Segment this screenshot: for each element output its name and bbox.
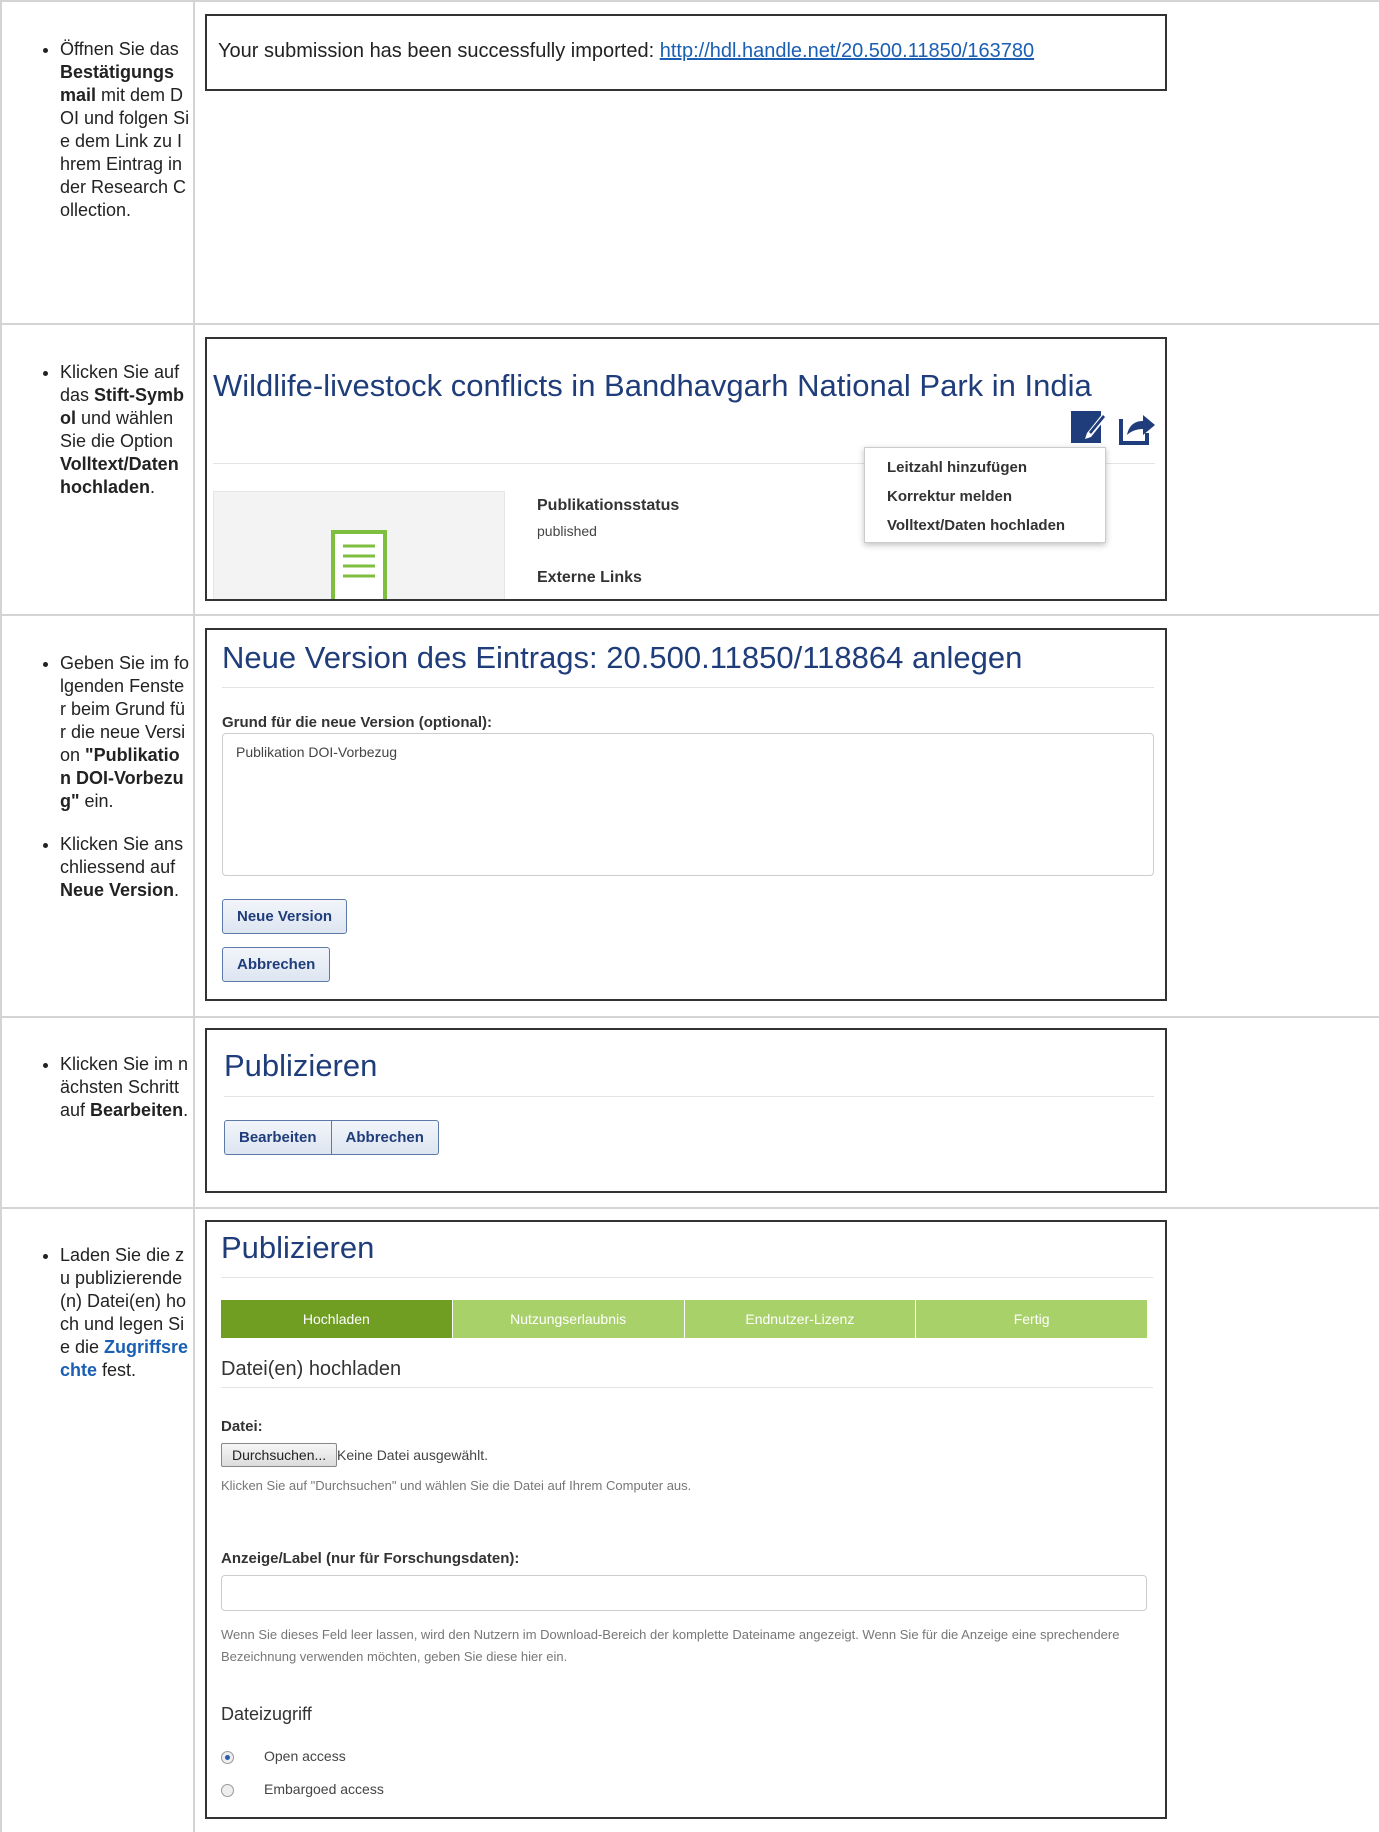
instruction-step-3: Geben Sie im folgenden Fenster beim Grun…	[30, 652, 190, 922]
reason-label: Grund für die neue Version (optional):	[222, 714, 493, 731]
screenshot-record-page: Wildlife-livestock conflicts in Bandhavg…	[205, 337, 1167, 601]
thumbnail-placeholder	[213, 491, 505, 599]
progress-step-upload[interactable]: Hochladen	[221, 1300, 452, 1338]
new-version-title: Neue Version des Eintrags: 20.500.11850/…	[222, 640, 1023, 675]
table-border	[0, 0, 2, 1832]
embargoed-access-option[interactable]: Embargoed access	[221, 1781, 384, 1797]
dropdown-menu: Leitzahl hinzufügen Korrektur melden Vol…	[864, 447, 1106, 543]
button-group: Bearbeiten Abbrechen	[224, 1120, 439, 1155]
instruction-text: Klicken Sie im nächsten Schritt auf Bear…	[60, 1053, 190, 1122]
open-access-radio[interactable]	[221, 1750, 234, 1764]
column-divider	[193, 0, 195, 1832]
embargoed-access-radio[interactable]	[221, 1783, 234, 1797]
pencil-edit-icon[interactable]	[1069, 407, 1109, 447]
screenshot-new-version: Neue Version des Eintrags: 20.500.11850/…	[205, 628, 1167, 1001]
document-icon	[331, 530, 387, 599]
instruction-step-4: Klicken Sie im nächsten Schritt auf Bear…	[30, 1053, 190, 1142]
record-title: Wildlife-livestock conflicts in Bandhavg…	[213, 368, 1092, 403]
row-divider	[0, 1207, 1379, 1209]
progress-step-permission[interactable]: Nutzungserlaubnis	[451, 1300, 684, 1338]
status-value: published	[537, 523, 597, 539]
instruction-step-5: Laden Sie die zu publizierende (n) Datei…	[30, 1244, 190, 1402]
row-divider	[0, 614, 1379, 616]
row-divider	[0, 323, 1379, 325]
reason-textarea[interactable]: Publikation DOI-Vorbezug	[222, 733, 1154, 876]
progress-step-license[interactable]: Endnutzer-Lizenz	[683, 1300, 916, 1338]
screenshot-upload: Publizieren Hochladen Nutzungserlaubnis …	[205, 1220, 1167, 1819]
instruction-step-2: Klicken Sie auf das Stift-Symbol und wäh…	[30, 361, 190, 519]
browse-button[interactable]: Durchsuchen...	[221, 1443, 338, 1467]
cancel-button[interactable]: Abbrechen	[331, 1120, 439, 1155]
label-field-label: Anzeige/Label (nur für Forschungsdaten):	[221, 1550, 520, 1567]
instruction-text: Öffnen Sie das Bestätigungsmail mit dem …	[60, 38, 190, 222]
access-title: Dateizugriff	[221, 1704, 312, 1724]
label-input[interactable]	[221, 1575, 1147, 1611]
open-access-option[interactable]: Open access	[221, 1748, 346, 1764]
screenshot-publish-edit: Publizieren Bearbeiten Abbrechen	[205, 1028, 1167, 1193]
status-label: Publikationsstatus	[537, 497, 680, 514]
share-icon[interactable]	[1117, 407, 1157, 447]
row-divider	[0, 1016, 1379, 1018]
menu-item-volltext[interactable]: Volltext/Daten hochladen	[887, 517, 1065, 534]
instruction-text: Klicken Sie anschliessend auf Neue Versi…	[60, 833, 190, 902]
confirmation-text: Your submission has been successfully im…	[218, 40, 660, 62]
edit-button[interactable]: Bearbeiten	[224, 1120, 332, 1155]
menu-item-korrektur[interactable]: Korrektur melden	[887, 488, 1012, 505]
handle-link[interactable]: http://hdl.handle.net/20.500.11850/16378…	[660, 40, 1034, 62]
instruction-step-1: Öffnen Sie das Bestätigungsmail mit dem …	[30, 38, 190, 242]
reason-text: Publikation DOI-Vorbezug	[236, 744, 398, 760]
cancel-button[interactable]: Abbrechen	[222, 947, 331, 982]
menu-item-leitzahl[interactable]: Leitzahl hinzufügen	[887, 459, 1027, 476]
instruction-text: Geben Sie im folgenden Fenster beim Grun…	[60, 652, 190, 813]
progress-step-done[interactable]: Fertig	[915, 1300, 1147, 1338]
open-access-label: Open access	[264, 1748, 346, 1764]
section-title: Datei(en) hochladen	[221, 1358, 402, 1380]
publish-title: Publizieren	[221, 1230, 375, 1265]
embargoed-access-label: Embargoed access	[264, 1781, 384, 1797]
instruction-text: Laden Sie die zu publizierende (n) Datei…	[60, 1244, 190, 1382]
table-border	[0, 0, 1379, 2]
file-help-text: Klicken Sie auf "Durchsuchen" und wählen…	[221, 1478, 692, 1493]
instruction-text: Klicken Sie auf das Stift-Symbol und wäh…	[60, 361, 190, 499]
label-help-text: Wenn Sie dieses Feld leer lassen, wird d…	[221, 1627, 1120, 1664]
no-file-text: Keine Datei ausgewählt.	[337, 1447, 488, 1463]
new-version-button[interactable]: Neue Version	[222, 899, 348, 934]
file-label: Datei:	[221, 1418, 263, 1435]
screenshot-confirmation-email: Your submission has been successfully im…	[205, 14, 1167, 91]
external-links-label: Externe Links	[537, 569, 642, 586]
publish-title: Publizieren	[224, 1048, 378, 1083]
progress-bar: Hochladen Nutzungserlaubnis Endnutzer-Li…	[221, 1300, 1147, 1338]
